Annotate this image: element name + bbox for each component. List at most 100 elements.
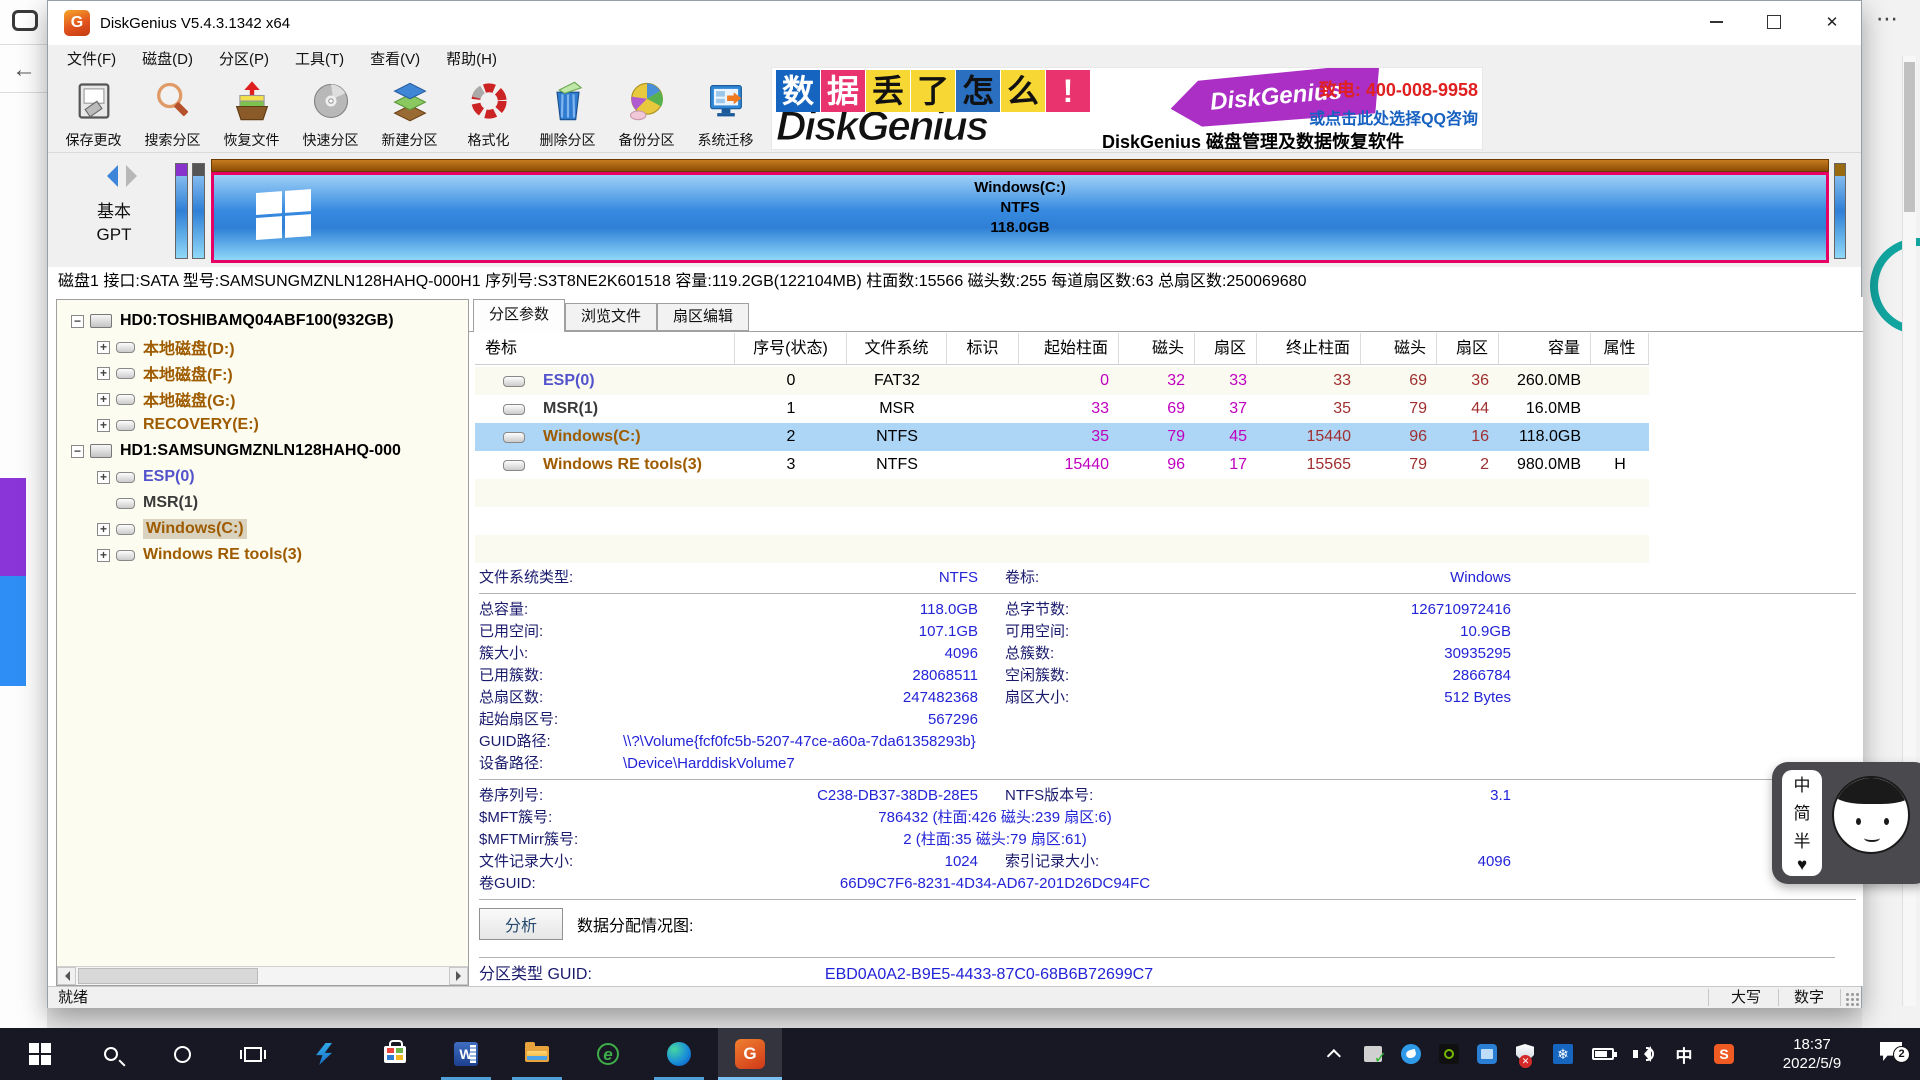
minimize-button[interactable] bbox=[1687, 1, 1745, 43]
empty-row bbox=[475, 479, 1649, 507]
prev-disk-arrow-icon[interactable] bbox=[96, 165, 118, 187]
menu-help[interactable]: 帮助(H) bbox=[433, 45, 510, 75]
msr-partition-bar[interactable] bbox=[192, 163, 205, 259]
taskbar-clock[interactable]: 18:37 2022/5/9 bbox=[1756, 1028, 1868, 1080]
menu-view[interactable]: 查看(V) bbox=[357, 45, 433, 75]
more-options-icon[interactable] bbox=[1876, 6, 1898, 32]
ime-favorite-icon[interactable]: ♥ bbox=[1797, 855, 1807, 875]
ime-status-pill[interactable]: 中 简 半 ♥ bbox=[1782, 770, 1822, 876]
start-button[interactable] bbox=[8, 1028, 72, 1080]
tray-ime-mode[interactable]: 中 bbox=[1664, 1028, 1704, 1080]
menu-disk[interactable]: 磁盘(D) bbox=[129, 45, 206, 75]
collapse-icon[interactable] bbox=[71, 315, 84, 328]
sogou-ime-panel[interactable]: 中 简 半 ♥ bbox=[1772, 762, 1920, 884]
close-button[interactable] bbox=[1803, 1, 1861, 43]
word-button[interactable]: W bbox=[434, 1028, 498, 1080]
tree-item-windows-c[interactable]: Windows(C:) bbox=[57, 516, 468, 542]
collapse-icon[interactable] bbox=[71, 445, 84, 458]
ie-browser-button[interactable]: e bbox=[576, 1028, 640, 1080]
format-button[interactable]: 格式化 bbox=[449, 75, 528, 152]
promo-banner[interactable]: DiskGenius 数据丢了怎么! DiskGenius 致电: 400-00… bbox=[771, 67, 1483, 150]
tree-item-recovery-e[interactable]: RECOVERY(E:) bbox=[57, 412, 468, 438]
tree-item-windows-re[interactable]: Windows RE tools(3) bbox=[57, 542, 468, 568]
expand-icon[interactable] bbox=[97, 367, 110, 380]
diskgenius-taskbar-button[interactable]: G bbox=[718, 1028, 782, 1080]
maximize-button[interactable] bbox=[1745, 1, 1803, 43]
expand-icon[interactable] bbox=[97, 471, 110, 484]
tray-dingtalk[interactable] bbox=[1392, 1028, 1430, 1080]
expand-icon[interactable] bbox=[97, 393, 110, 406]
tree-item-local-g[interactable]: 本地磁盘(G:) bbox=[57, 386, 468, 412]
qq-link[interactable]: 或点击此处选择QQ咨询 bbox=[1309, 105, 1478, 129]
tray-volume[interactable] bbox=[1624, 1028, 1664, 1080]
file-explorer-button[interactable] bbox=[505, 1028, 569, 1080]
recover-files-button[interactable]: 恢复文件 bbox=[212, 75, 291, 152]
slogan-tile: 数 bbox=[776, 70, 820, 112]
ime-mascot-avatar[interactable] bbox=[1832, 776, 1910, 854]
tree-item-local-f[interactable]: 本地磁盘(F:) bbox=[57, 360, 468, 386]
expand-icon[interactable] bbox=[97, 523, 110, 536]
partition-icon bbox=[503, 404, 525, 415]
tray-nvidia[interactable] bbox=[1430, 1028, 1468, 1080]
analyze-button[interactable]: 分析 bbox=[479, 908, 563, 940]
tree-item-esp[interactable]: ESP(0) bbox=[57, 464, 468, 490]
menu-tools[interactable]: 工具(T) bbox=[282, 45, 357, 75]
esp-partition-bar[interactable] bbox=[175, 163, 188, 259]
ime-lang-mode[interactable]: 中 bbox=[1794, 771, 1811, 796]
browser-tab-icon bbox=[12, 10, 38, 31]
tray-update-check[interactable] bbox=[1354, 1028, 1392, 1080]
expand-icon[interactable] bbox=[97, 419, 110, 432]
partition-body[interactable]: Windows(C:) NTFS 118.0GB bbox=[211, 172, 1829, 263]
delete-partition-button[interactable]: 删除分区 bbox=[528, 75, 607, 152]
next-disk-arrow-icon[interactable] bbox=[126, 165, 148, 187]
menu-partition[interactable]: 分区(P) bbox=[206, 45, 282, 75]
thunder-app-button[interactable] bbox=[292, 1028, 356, 1080]
ime-simplified-mode[interactable]: 简 bbox=[1794, 799, 1811, 824]
expand-icon[interactable] bbox=[97, 549, 110, 562]
quick-partition-icon bbox=[309, 79, 353, 128]
tree-item-msr[interactable]: MSR(1) bbox=[57, 490, 468, 516]
tree-item-hd1[interactable]: HD1:SAMSUNGMZNLN128HAHQ-000 bbox=[57, 438, 468, 464]
update-check-icon bbox=[1364, 1046, 1382, 1062]
scroll-right-button[interactable] bbox=[449, 967, 468, 985]
back-arrow-icon[interactable] bbox=[12, 56, 36, 84]
tray-expand-button[interactable] bbox=[1318, 1028, 1354, 1080]
quick-partition-button[interactable]: 快速分区 bbox=[291, 75, 370, 152]
search-partition-button[interactable]: 搜索分区 bbox=[133, 75, 212, 152]
scrollbar-thumb[interactable] bbox=[78, 968, 258, 984]
titlebar[interactable]: G DiskGenius V5.4.3.1342 x64 bbox=[48, 1, 1861, 45]
tree-horizontal-scrollbar[interactable] bbox=[57, 966, 468, 985]
edge-button[interactable] bbox=[647, 1028, 711, 1080]
tree-item-local-d[interactable]: 本地磁盘(D:) bbox=[57, 334, 468, 360]
microsoft-store-button[interactable] bbox=[363, 1028, 427, 1080]
table-row-msr[interactable]: MSR(1) 1MSR 336937 357944 16.0MB bbox=[475, 395, 1649, 423]
menu-file[interactable]: 文件(F) bbox=[54, 45, 129, 75]
re-tools-partition-bar[interactable] bbox=[1834, 163, 1846, 259]
system-migration-button[interactable]: 系统迁移 bbox=[686, 75, 765, 152]
tray-defender[interactable]: ✕ bbox=[1506, 1028, 1544, 1080]
taskbar-search-button[interactable] bbox=[79, 1028, 143, 1080]
windows-partition-bar[interactable]: Windows(C:) NTFS 118.0GB bbox=[211, 159, 1829, 263]
scroll-left-button[interactable] bbox=[57, 967, 76, 985]
table-row-windows-re[interactable]: Windows RE tools(3) 3NTFS 154409617 1556… bbox=[475, 451, 1649, 479]
backup-partition-button[interactable]: 备份分区 bbox=[607, 75, 686, 152]
task-view-button[interactable] bbox=[221, 1028, 285, 1080]
tab-browse-files[interactable]: 浏览文件 bbox=[565, 303, 657, 331]
table-row-esp[interactable]: ESP(0) 0FAT32 03233 336936 260.0MB bbox=[475, 367, 1649, 395]
new-partition-button[interactable]: 新建分区 bbox=[370, 75, 449, 152]
save-changes-button[interactable]: 保存更改 bbox=[54, 75, 133, 152]
table-row-windows-c[interactable]: Windows(C:) 2NTFS 357945 154409616 118.0… bbox=[475, 423, 1649, 451]
ime-mode-indicator: 中 bbox=[1676, 1042, 1693, 1067]
cortana-button[interactable] bbox=[150, 1028, 214, 1080]
tray-snowflake-app[interactable]: ❄ bbox=[1544, 1028, 1582, 1080]
tab-partition-params[interactable]: 分区参数 bbox=[473, 299, 565, 332]
tray-battery[interactable] bbox=[1582, 1028, 1624, 1080]
expand-icon[interactable] bbox=[97, 341, 110, 354]
ime-halfwidth-mode[interactable]: 半 bbox=[1794, 827, 1811, 852]
scrollbar-thumb[interactable] bbox=[1904, 62, 1915, 212]
resize-grip[interactable] bbox=[1845, 992, 1859, 1006]
tree-item-hd0[interactable]: HD0:TOSHIBAMQ04ABF100(932GB) bbox=[57, 308, 468, 334]
tray-intel-graphics[interactable] bbox=[1468, 1028, 1506, 1080]
tab-sector-edit[interactable]: 扇区编辑 bbox=[657, 303, 749, 331]
tray-sogou[interactable]: S bbox=[1704, 1028, 1744, 1080]
